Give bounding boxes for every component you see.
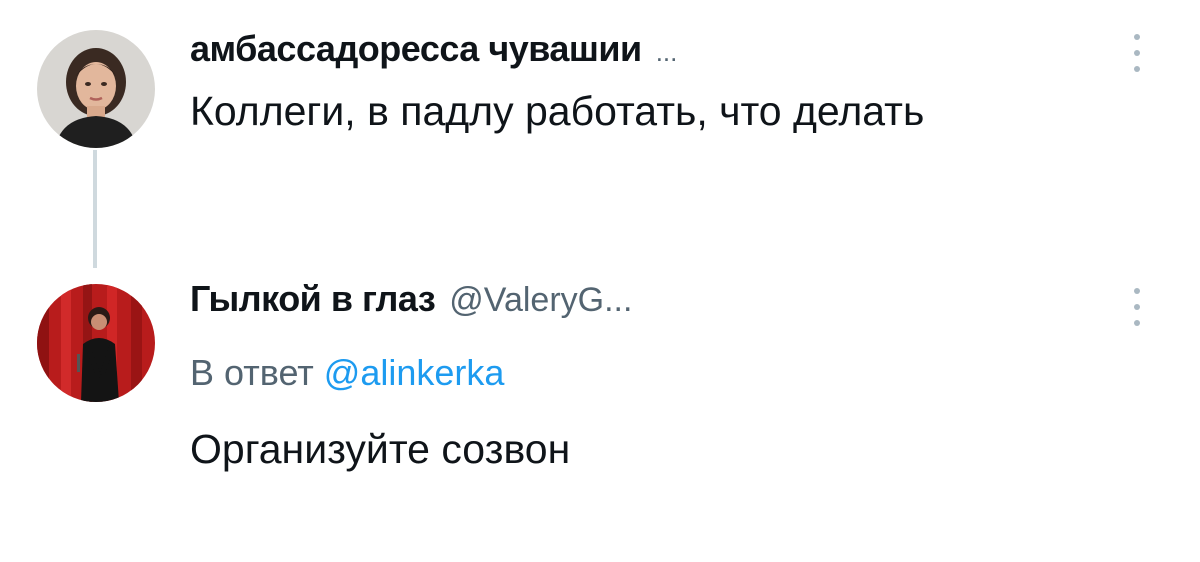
reply-context: В ответ @alinkerka <box>190 352 504 394</box>
tweet-text: Коллеги, в падлу работать, что делать <box>190 88 925 134</box>
reply-prefix: В ответ <box>190 352 314 393</box>
author-name-row: амбассадоресса чувашии ... <box>190 28 677 70</box>
author-display-name[interactable]: Гылкой в глаз <box>190 278 436 320</box>
author-avatar[interactable] <box>37 284 155 402</box>
stage-performer-avatar-icon <box>37 284 155 402</box>
name-overflow-ellipsis: ... <box>655 37 678 67</box>
author-handle[interactable]: @ValeryG... <box>449 281 632 320</box>
vertical-dots-icon[interactable] <box>1134 34 1140 72</box>
tweet-1[interactable]: амбассадоресса чувашии ... Коллеги, в па… <box>0 0 1200 240</box>
author-name-row: Гылкой в глаз @ValeryG... <box>190 278 632 320</box>
reply-to-mention-link[interactable]: @alinkerka <box>324 352 505 393</box>
tweet-text: Организуйте созвон <box>190 426 571 472</box>
author-display-name[interactable]: амбассадоресса чувашии <box>190 28 642 70</box>
author-avatar[interactable] <box>37 30 155 148</box>
tweet-2[interactable]: Гылкой в глаз @ValeryG... В ответ @alink… <box>0 260 1200 540</box>
thread-connector-line <box>93 150 97 268</box>
vertical-dots-icon[interactable] <box>1134 288 1140 326</box>
woman-portrait-avatar-icon <box>37 30 155 148</box>
